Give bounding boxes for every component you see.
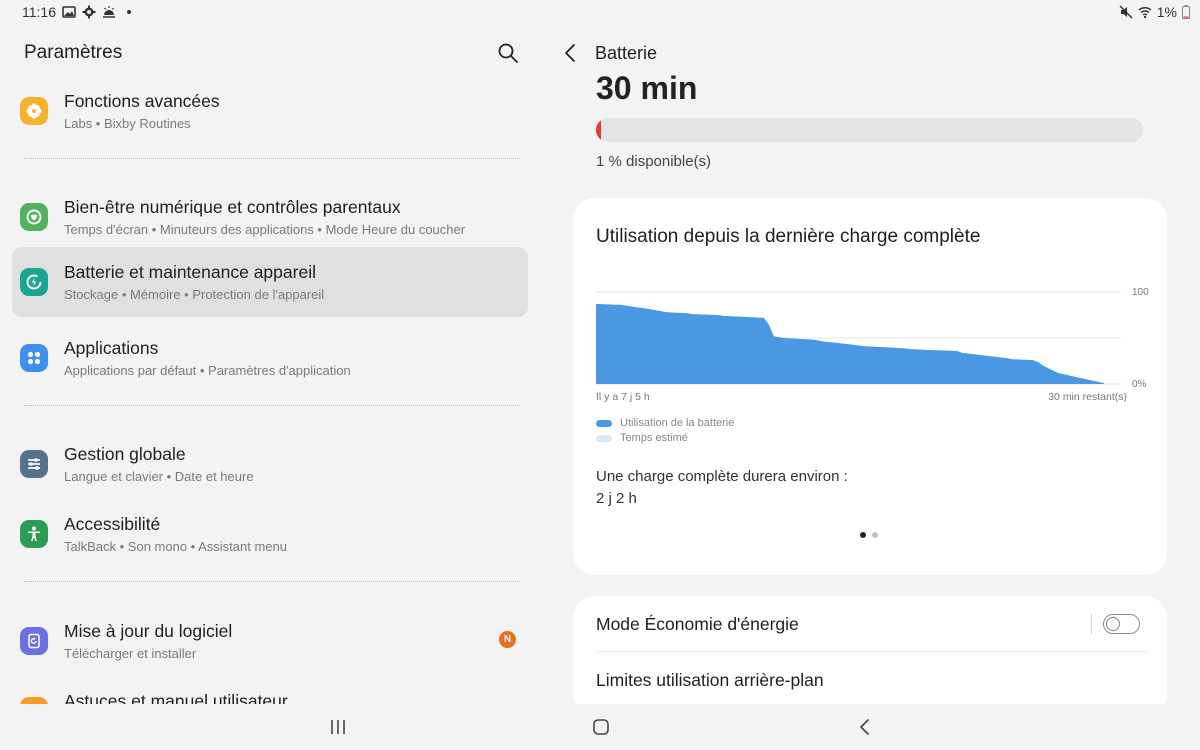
- menu-item-general-management[interactable]: Gestion globale Langue et clavier • Date…: [12, 429, 528, 499]
- battery-level-bar: [596, 118, 1143, 142]
- menu-item-advanced-features[interactable]: Fonctions avancées Labs • Bixby Routines: [12, 76, 528, 146]
- menu-item-title: Batterie et maintenance appareil: [64, 262, 316, 282]
- search-icon[interactable]: [497, 42, 519, 64]
- legend-label: Temps estimé: [620, 432, 688, 444]
- page-indicator[interactable]: [860, 532, 878, 538]
- menu-item-title: Gestion globale: [64, 444, 186, 464]
- menu-item-applications[interactable]: Applications Applications par défaut • P…: [12, 323, 528, 393]
- full-charge-estimate-label: Une charge complète durera environ :: [596, 468, 848, 485]
- menu-item-title: Bien-être numérique et contrôles parenta…: [64, 197, 401, 217]
- mute-icon: [1119, 5, 1133, 19]
- navigation-bar: [0, 704, 1200, 750]
- menu-item-digital-wellbeing[interactable]: Bien-être numérique et contrôles parenta…: [12, 182, 528, 252]
- toggle-knob: [1106, 616, 1120, 631]
- remaining-time: 30 min: [596, 70, 698, 104]
- menu-item-title: Fonctions avancées: [64, 91, 220, 111]
- legend-item-estimated: Temps estimé: [596, 432, 688, 444]
- menu-item-subtitle: Télécharger et installer: [64, 646, 197, 661]
- weather-icon: [103, 6, 115, 18]
- divider: [24, 405, 520, 406]
- battery-percent: 1%: [1156, 4, 1177, 20]
- status-time: 11:16: [22, 4, 56, 20]
- x-tick-end: 30 min restant(s): [1048, 391, 1127, 403]
- y-tick-bottom: 0%: [1132, 379, 1147, 390]
- x-tick-start: Il y a 7 j 5 h: [596, 391, 650, 403]
- status-bar: 11:16 1%: [0, 0, 1200, 26]
- battery-care-icon: [20, 268, 48, 296]
- battery-detail-pane: Batterie 30 min 1 % disponible(s) Utilis…: [550, 26, 1200, 704]
- divider: [24, 581, 520, 582]
- page-dot: [872, 532, 878, 538]
- divider: [24, 158, 520, 159]
- menu-item-subtitle: Applications par défaut • Paramètres d'a…: [64, 363, 351, 378]
- menu-item-title: Accessibilité: [64, 514, 161, 534]
- menu-item-subtitle: Stockage • Mémoire • Protection de l'app…: [64, 287, 325, 302]
- battery-level-fill: [596, 118, 602, 142]
- back-arrow-icon[interactable]: [562, 42, 578, 64]
- legend-item-usage: Utilisation de la batterie: [596, 417, 734, 429]
- menu-item-software-update[interactable]: Mise à jour du logiciel Télécharger et i…: [12, 606, 528, 676]
- accessibility-icon: [20, 520, 48, 548]
- legend-swatch: [596, 434, 612, 442]
- image-icon: [62, 6, 76, 18]
- gear-icon: [82, 5, 96, 19]
- recents-button[interactable]: [327, 716, 349, 738]
- usage-card[interactable]: Utilisation depuis la dernière charge co…: [573, 198, 1167, 575]
- page-title: Paramètres: [24, 42, 123, 63]
- background-limits-item[interactable]: Limites utilisation arrière-plan: [596, 670, 824, 691]
- battery-usage-area: [596, 304, 1104, 384]
- sliders-icon: [20, 450, 48, 478]
- update-icon: [20, 627, 48, 655]
- new-badge: N: [499, 631, 516, 648]
- toggle-divider: [1091, 614, 1092, 634]
- row-divider: [596, 651, 1148, 652]
- menu-item-subtitle: Labs • Bixby Routines: [64, 116, 191, 131]
- status-right: 1%: [1119, 4, 1190, 20]
- full-charge-estimate-value: 2 j 2 h: [596, 490, 637, 507]
- dot-icon: [127, 10, 131, 14]
- back-button[interactable]: [854, 716, 876, 738]
- menu-item-subtitle: Langue et clavier • Date et heure: [64, 469, 254, 484]
- menu-item-battery-maintenance[interactable]: Batterie et maintenance appareil Stockag…: [12, 247, 528, 317]
- battery-available-text: 1 % disponible(s): [596, 153, 712, 170]
- menu-item-accessibility[interactable]: Accessibilité TalkBack • Son mono • Assi…: [12, 499, 528, 569]
- menu-item-tips[interactable]: Astuces et manuel utilisateur: [12, 676, 528, 704]
- status-left: 11:16: [22, 4, 136, 20]
- legend-label: Utilisation de la batterie: [620, 417, 735, 429]
- legend-swatch: [596, 419, 612, 427]
- power-saving-label[interactable]: Mode Économie d'énergie: [596, 614, 799, 635]
- battery-icon: [1182, 5, 1190, 19]
- menu-item-title: Astuces et manuel utilisateur: [64, 691, 288, 704]
- page-dot-active: [860, 532, 866, 538]
- wellbeing-icon: [20, 203, 48, 231]
- battery-settings-card: Mode Économie d'énergie Limites utilisat…: [573, 596, 1167, 704]
- star-gear-icon: [20, 97, 48, 125]
- tips-icon: [20, 697, 48, 704]
- power-saving-toggle[interactable]: [1103, 614, 1140, 634]
- wifi-icon: [1138, 6, 1152, 19]
- home-button[interactable]: [590, 716, 612, 738]
- detail-title: Batterie: [595, 43, 658, 63]
- menu-item-title: Mise à jour du logiciel: [64, 621, 233, 641]
- settings-list-pane: Paramètres Fonctions avancées Labs • Bix…: [0, 26, 540, 704]
- remaining-time-clip: 30 min: [596, 66, 796, 104]
- apps-icon: [20, 344, 48, 372]
- menu-item-subtitle: Temps d'écran • Minuteurs des applicatio…: [64, 222, 466, 237]
- y-tick-top: 100: [1132, 287, 1149, 298]
- menu-item-subtitle: TalkBack • Son mono • Assistant menu: [64, 539, 287, 554]
- menu-item-title: Applications: [64, 338, 159, 358]
